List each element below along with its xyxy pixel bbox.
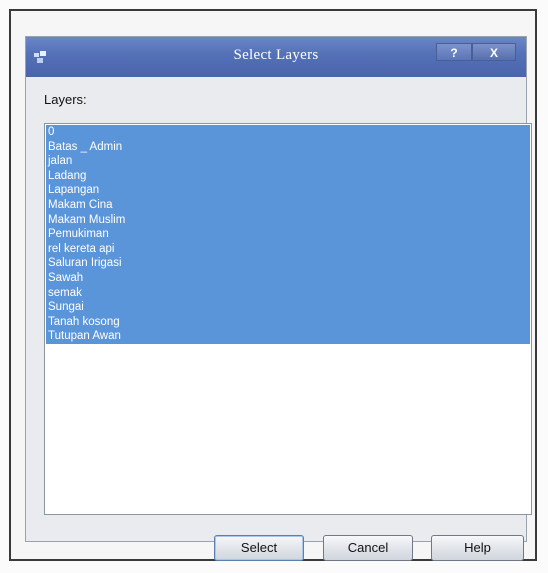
help-button[interactable]: Help — [431, 535, 524, 561]
layers-label: Layers: — [44, 92, 87, 107]
layer-list-item[interactable]: Ladang — [46, 169, 530, 184]
layer-list-item[interactable]: Makam Muslim — [46, 213, 530, 228]
layer-list-item[interactable]: semak — [46, 286, 530, 301]
select-button[interactable]: Select — [214, 535, 304, 561]
layer-list-item[interactable]: 0 — [46, 125, 530, 140]
select-layers-dialog: Select Layers ? X Layers: 0 Batas _ Admin… — [25, 36, 532, 561]
layers-listbox[interactable]: 0 Batas _ Admin jalan Ladang Lapangan Makam C… — [44, 123, 532, 515]
layers-list: 0 Batas _ Admin jalan Ladang Lapangan Makam C… — [46, 125, 530, 344]
cancel-button[interactable]: Cancel — [323, 535, 413, 561]
layer-list-item[interactable]: Makam Cina — [46, 198, 530, 213]
page: Select Layers ? X Layers: 0 Batas _ Admin… — [0, 0, 548, 573]
title-bar[interactable]: Select Layers ? X — [26, 37, 526, 77]
close-button[interactable]: X — [472, 43, 516, 61]
layer-list-item[interactable]: Lapangan — [46, 183, 530, 198]
layer-list-item[interactable]: rel kereta api — [46, 242, 530, 257]
layer-list-item[interactable]: Sawah — [46, 271, 530, 286]
caption-buttons: ? X — [436, 43, 516, 61]
help-caption-button[interactable]: ? — [436, 43, 472, 61]
layer-list-item[interactable]: Saluran Irigasi — [46, 256, 530, 271]
layer-list-item[interactable]: jalan — [46, 154, 530, 169]
layer-list-item[interactable]: Pemukiman — [46, 227, 530, 242]
layer-list-item[interactable]: Tutupan Awan — [46, 329, 530, 344]
button-row: Select Cancel Help — [26, 535, 526, 563]
layer-list-item[interactable]: Batas _ Admin — [46, 140, 530, 155]
layer-list-item[interactable]: Sungai — [46, 300, 530, 315]
layer-list-item[interactable]: Tanah kosong — [46, 315, 530, 330]
